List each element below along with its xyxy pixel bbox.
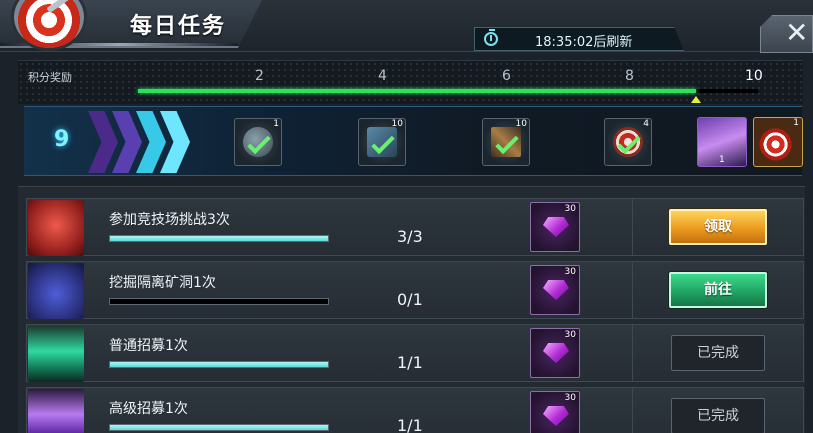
milestone-reward-map[interactable]: 10 [358, 118, 406, 166]
gem-icon [543, 280, 569, 300]
refresh-timer: 18:35:02后刷新 [474, 27, 684, 51]
milestone-reward-arrows[interactable]: 10 [482, 118, 530, 166]
progress-marker-icon [691, 96, 701, 103]
task-row: 参加竞技场挑战3次 3/3 30 领取 [26, 198, 804, 256]
task-progress-bar [109, 298, 329, 305]
completed-badge: 已完成 [671, 335, 765, 371]
milestone-reward-target-medal[interactable]: 4 [604, 118, 652, 166]
task-progress-fill [110, 425, 328, 430]
refresh-timer-text: 18:35:02后刷新 [535, 35, 633, 50]
task-progress-bar [109, 235, 329, 242]
close-button[interactable]: ✕ [760, 15, 813, 53]
task-progress-bar [109, 424, 329, 431]
task-reward-gem[interactable]: 30 [530, 391, 580, 433]
claim-button[interactable]: 领取 [669, 209, 767, 245]
reward-count: 1 [273, 119, 279, 129]
task-reward-gem[interactable]: 30 [530, 328, 580, 378]
divider [632, 388, 633, 433]
reward-count: 1 [719, 155, 725, 165]
points-reward-panel: 积分奖励 2 4 6 8 10 [18, 60, 803, 104]
mine-orb-icon [28, 263, 84, 319]
divider [632, 262, 633, 318]
task-row: 高级招募1次 1/1 30 已完成 [26, 387, 804, 433]
task-reward-gem[interactable]: 30 [530, 202, 580, 252]
reward-count: 1 [793, 118, 799, 128]
arena-skull-icon [28, 200, 84, 256]
close-icon: ✕ [785, 16, 809, 49]
task-name: 挖掘隔离矿洞1次 [109, 275, 216, 291]
gem-icon [543, 406, 569, 426]
divider [632, 325, 633, 381]
go-button[interactable]: 前往 [669, 272, 767, 308]
task-name: 高级招募1次 [109, 401, 188, 417]
reward-count: 30 [564, 393, 576, 403]
gem-icon [543, 343, 569, 363]
reward-count: 10 [515, 119, 527, 129]
points-tick: 10 [745, 68, 763, 84]
points-tick: 8 [625, 68, 634, 84]
task-row: 普通招募1次 1/1 30 已完成 [26, 324, 804, 382]
task-name: 参加竞技场挑战3次 [109, 212, 230, 228]
reward-count: 30 [564, 267, 576, 277]
reward-count: 4 [643, 119, 649, 129]
advanced-recruit-chest-icon [28, 389, 84, 433]
stopwatch-icon [484, 29, 498, 46]
milestone-reward-target-chest[interactable]: 1 [753, 117, 803, 167]
points-label: 积分奖励 [28, 71, 72, 84]
milestone-rewards-strip: 9 1 10 10 4 1 1 [24, 106, 803, 176]
task-name: 普通招募1次 [109, 338, 188, 354]
milestone-reward-hero-shard[interactable]: 1 [697, 117, 747, 167]
task-reward-gem[interactable]: 30 [530, 265, 580, 315]
points-tick: 2 [255, 68, 264, 84]
points-tick: 4 [378, 68, 387, 84]
points-progress-fill [138, 89, 696, 93]
reward-count: 30 [564, 330, 576, 340]
task-list: 参加竞技场挑战3次 3/3 30 领取 挖掘隔离矿洞1次 0/1 30 前往 普… [18, 186, 805, 433]
milestone-reward-compass[interactable]: 1 [234, 118, 282, 166]
gem-icon [543, 217, 569, 237]
points-progress-bar [138, 89, 758, 93]
page-title: 每日任务 [130, 14, 227, 39]
task-progress-fill [110, 362, 328, 367]
normal-recruit-chest-icon [28, 326, 84, 382]
chevron-icon [88, 111, 118, 173]
points-tick: 6 [502, 68, 511, 84]
task-progress-text: 0/1 [397, 290, 423, 309]
task-progress-fill [110, 236, 328, 241]
header-bar: 每日任务 18:35:02后刷新 ✕ [0, 0, 813, 53]
current-points: 9 [54, 127, 70, 152]
reward-count: 30 [564, 204, 576, 214]
divider [632, 199, 633, 255]
task-progress-bar [109, 361, 329, 368]
completed-badge: 已完成 [671, 398, 765, 433]
task-progress-text: 3/3 [397, 227, 423, 246]
task-row: 挖掘隔离矿洞1次 0/1 30 前往 [26, 261, 804, 319]
reward-count: 10 [391, 119, 403, 129]
task-progress-text: 1/1 [397, 416, 423, 433]
task-progress-text: 1/1 [397, 353, 423, 372]
